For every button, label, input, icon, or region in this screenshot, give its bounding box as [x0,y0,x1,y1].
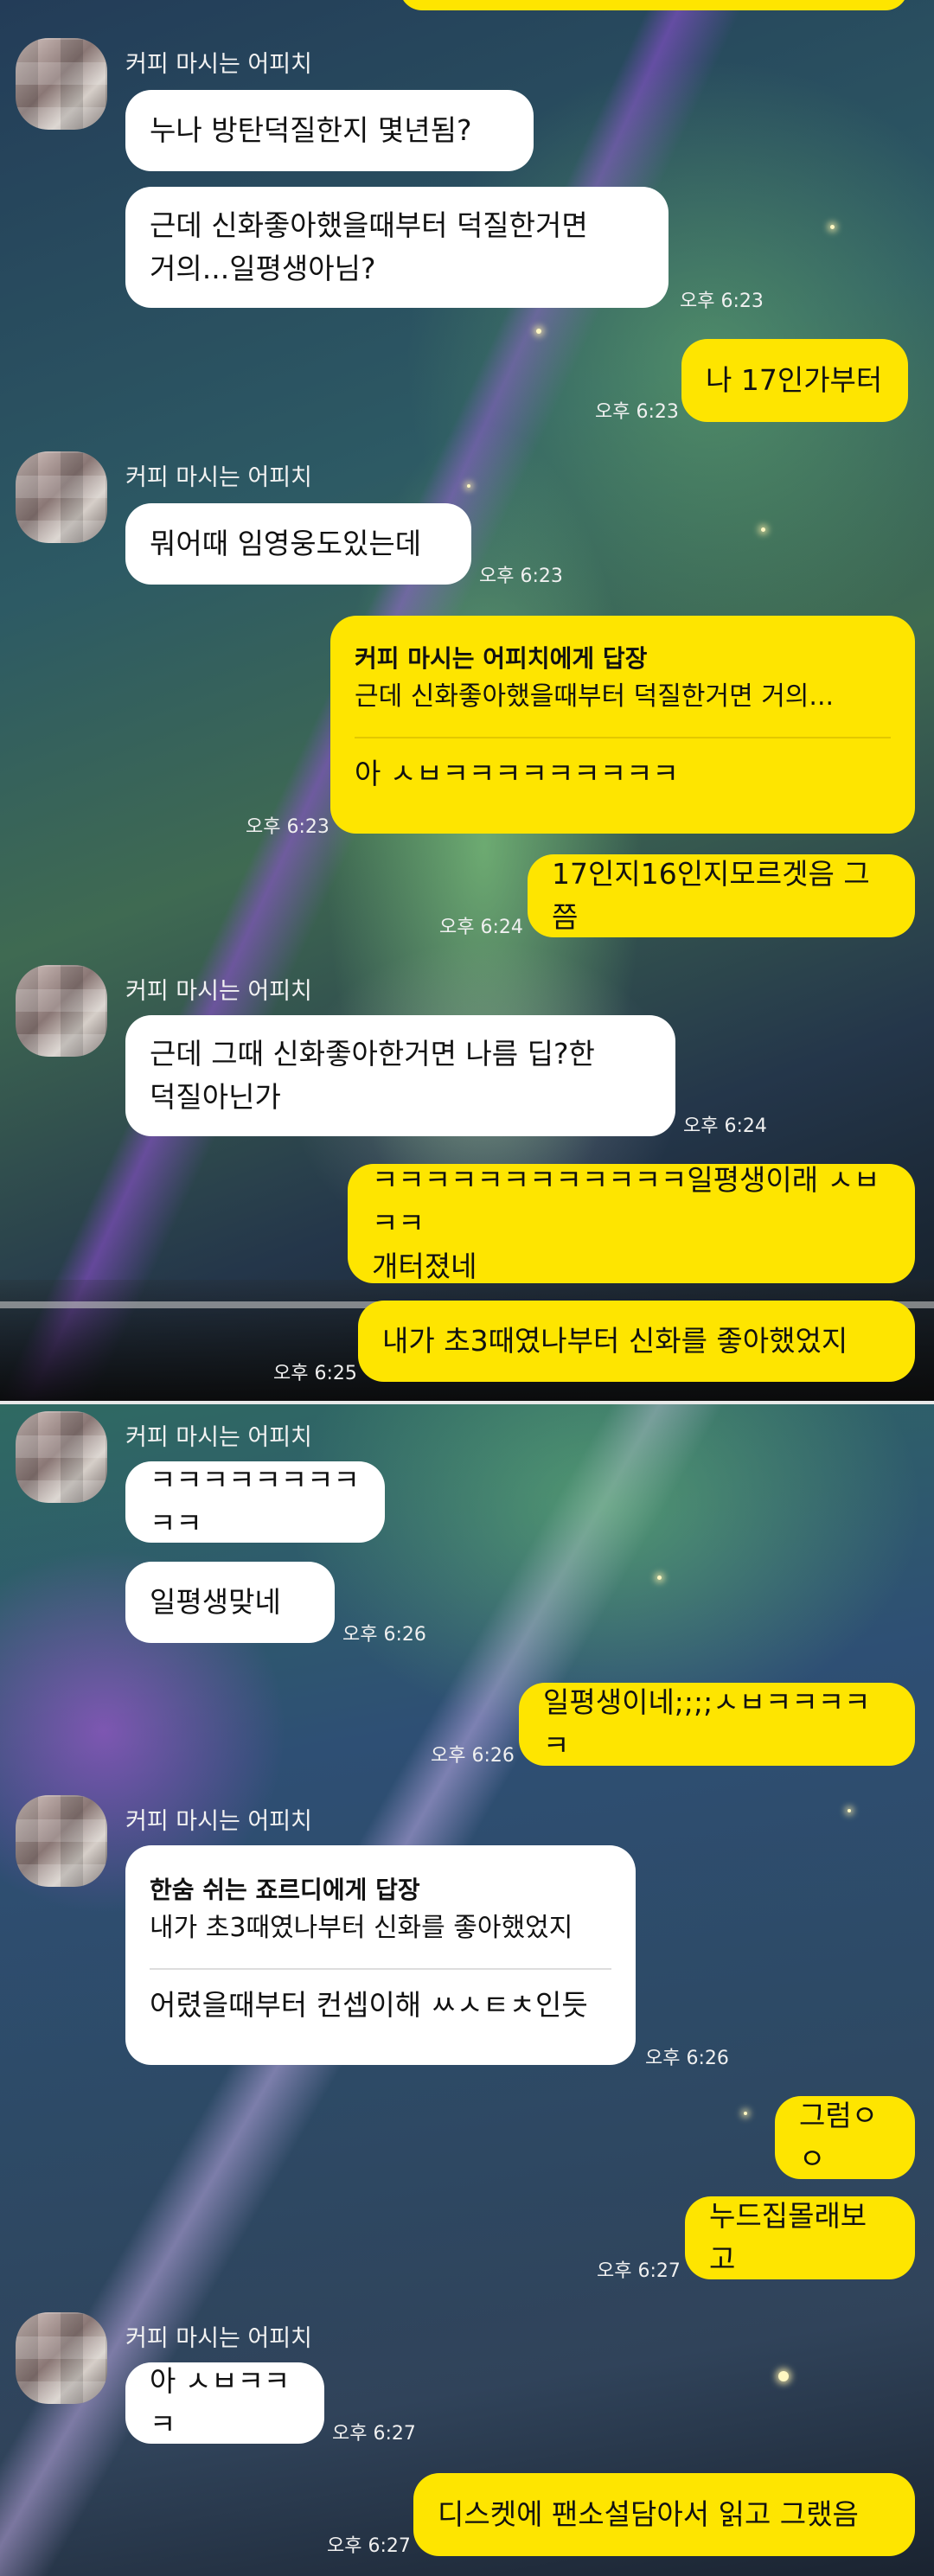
sender-name: 커피 마시는 어피치 [125,464,312,491]
avatar[interactable] [16,1795,107,1887]
message-bubble-mine[interactable]: 일평생이네;;;;ㅅㅂㅋㅋㅋㅋㅋ [519,1683,915,1766]
message-time: 오후 6:26 [431,1745,515,1767]
message-time: 오후 6:27 [332,2423,416,2445]
avatar[interactable] [16,965,107,1057]
message-bubble-theirs[interactable]: ㅋㅋㅋㅋㅋㅋㅋㅋㅋㅋ [125,1461,385,1543]
message-time: 오후 6:23 [595,401,679,423]
message-bubble-theirs[interactable]: 근데 그때 신화좋아한거면 나름 딥?한 덕질아닌가 [125,1015,675,1136]
message-bubble-mine[interactable]: 나 17인가부터 [681,339,908,422]
message-text: 근데 신화좋아했을때부터 덕질한거면 거의...일평생아님? [150,208,588,285]
confetti-sparkle [744,2112,747,2115]
sender-name: 커피 마시는 어피치 [125,1808,312,1835]
confetti-sparkle [536,329,541,334]
avatar[interactable] [16,2312,107,2404]
screenshot-divider [0,1401,934,1404]
message-text: 17인지16인지모르겟음 그쯤 [552,857,870,934]
message-time: 오후 6:27 [327,2535,411,2557]
message-text: 디스켓에 팬소설담아서 읽고 그랬음 [438,2497,859,2531]
reply-divider [150,1968,611,1970]
message-text: 일평생맞네 [150,1585,281,1619]
message-time: 오후 6:23 [479,566,563,587]
message-bubble-mine[interactable]: 그럼ㅇㅇ [775,2096,915,2179]
message-time: 오후 6:24 [683,1115,767,1137]
reply-quote-text: 내가 초3때였나부터 신화를 좋아했었지 [150,1913,573,1943]
confetti-sparkle [467,484,470,488]
confetti-sparkle [657,1576,662,1580]
message-text: 나 17인가부터 [706,363,883,397]
reply-quote-header: 커피 마시는 어피치에게 답장 [355,644,648,673]
sender-name: 커피 마시는 어피치 [125,978,312,1005]
confetti-sparkle [830,225,835,229]
message-time: 오후 6:25 [273,1363,357,1384]
message-bubble-theirs[interactable]: 일평생맞네 [125,1562,335,1643]
message-text: 그럼ㅇㅇ [799,2099,879,2176]
message-text: ㅋㅋㅋㅋㅋㅋㅋㅋㅋㅋㅋㅋ일평생이래 ㅅㅂㅋㅋ 개터졌네 [372,1163,880,1283]
message-text: 아 ㅅㅂㅋㅋㅋ [150,2364,291,2441]
confetti-sparkle [848,1809,851,1812]
message-time: 오후 6:24 [439,917,523,938]
message-time: 오후 6:23 [680,291,764,312]
sender-name: 커피 마시는 어피치 [125,1424,312,1451]
message-text: 뭐어때 임영웅도있는데 [150,527,422,560]
reply-bubble-theirs[interactable]: 한숨 쉬는 죠르디에게 답장 내가 초3때였나부터 신화를 좋아했었지 어렸을때… [125,1845,636,2065]
message-text: 내가 초3때였나부터 신화를 좋아했었지 [382,1324,848,1358]
message-bubble-mine[interactable]: 17인지16인지모르겟음 그쯤 [528,854,915,937]
reply-quote-header: 한숨 쉬는 죠르디에게 답장 [150,1876,420,1904]
stage-light-sparkle [778,2371,789,2381]
reply-quote-text: 근데 신화좋아했을때부터 덕질한거면 거의... [355,681,835,712]
message-text: 일평생이네;;;;ㅅㅂㅋㅋㅋㅋㅋ [543,1685,871,1762]
message-time: 오후 6:27 [597,2260,681,2282]
message-text: 아 ㅅㅂㅋㅋㅋㅋㅋㅋㅋㅋㅋ [355,757,679,790]
message-bubble-mine[interactable]: 디스켓에 팬소설담아서 읽고 그랬음 [413,2473,915,2556]
message-text: 근데 그때 신화좋아한거면 나름 딥?한 덕질아닌가 [150,1037,595,1114]
message-time: 오후 6:26 [342,1624,426,1646]
message-text: 어렸을때부터 컨셉이해 ㅆㅅㅌㅊ인듯 [150,1988,588,2022]
message-text: ㅋㅋㅋㅋㅋㅋㅋㅋㅋㅋ [150,1463,360,1540]
avatar[interactable] [16,451,107,543]
sender-name: 커피 마시는 어피치 [125,51,312,78]
reply-bubble-mine[interactable]: 커피 마시는 어피치에게 답장 근데 신화좋아했을때부터 덕질한거면 거의...… [330,616,915,834]
message-bubble-theirs[interactable]: 근데 신화좋아했을때부터 덕질한거면 거의...일평생아님? [125,187,669,308]
sender-name: 커피 마시는 어피치 [125,2325,312,2352]
reply-divider [355,737,891,738]
avatar[interactable] [16,1411,107,1503]
confetti-sparkle [761,527,765,532]
message-time: 오후 6:26 [645,2048,729,2069]
message-bubble-theirs[interactable]: 뭐어때 임영웅도있는데 [125,503,471,585]
message-bubble-mine[interactable]: ㅋㅋㅋㅋㅋㅋㅋㅋㅋㅋㅋㅋ일평생이래 ㅅㅂㅋㅋ 개터졌네 [348,1163,915,1283]
message-time: 오후 6:23 [246,816,329,838]
message-text: 누나 방탄덕질한지 몇년됨? [150,113,472,147]
avatar[interactable] [16,38,107,130]
message-bubble-mine-partial[interactable] [400,0,908,10]
message-bubble-mine[interactable]: 내가 초3때였나부터 신화를 좋아했었지 [358,1301,915,1382]
message-bubble-theirs[interactable]: 누나 방탄덕질한지 몇년됨? [125,90,534,171]
message-bubble-mine[interactable]: 누드집몰래보고 [685,2196,915,2279]
message-text: 누드집몰래보고 [709,2199,867,2276]
message-bubble-theirs[interactable]: 아 ㅅㅂㅋㅋㅋ [125,2362,324,2444]
